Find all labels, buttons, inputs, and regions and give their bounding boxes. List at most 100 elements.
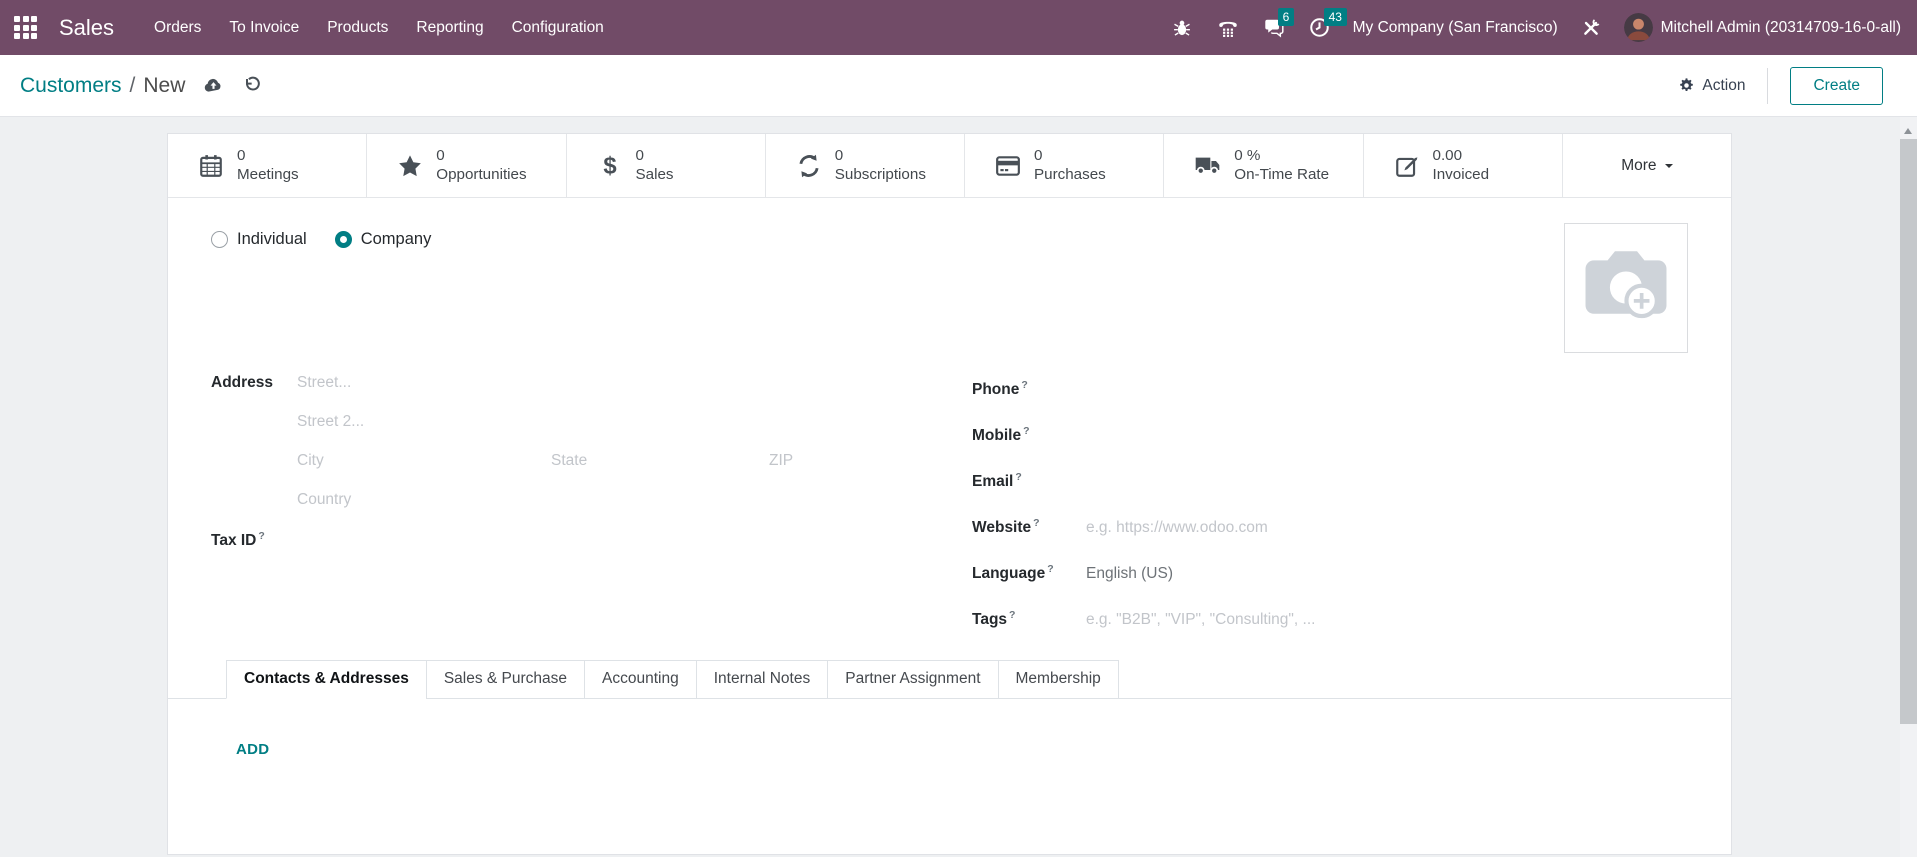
menu-to-invoice[interactable]: To Invoice	[215, 0, 313, 55]
subscriptions-stat-button[interactable]: 0 Subscriptions	[766, 134, 965, 197]
street2-input[interactable]: Street 2...	[297, 413, 364, 431]
dollar-icon: $	[597, 153, 623, 179]
address-label: Address	[211, 374, 297, 392]
language-select[interactable]: English (US)	[1086, 565, 1173, 583]
softphone-icon[interactable]	[1215, 15, 1241, 41]
debug-bug-icon[interactable]	[1169, 15, 1195, 41]
radio-circle-checked[interactable]	[335, 231, 352, 248]
chevron-down-icon	[1665, 164, 1673, 172]
app-name[interactable]: Sales	[59, 15, 114, 41]
help-marker: ?	[1021, 379, 1027, 391]
radio-company[interactable]: Company	[335, 230, 432, 249]
city-input[interactable]: City	[297, 452, 551, 470]
breadcrumb-customers-link[interactable]: Customers	[20, 74, 122, 98]
tab-sales-purchase[interactable]: Sales & Purchase	[426, 660, 585, 699]
apps-grid-icon[interactable]	[14, 16, 37, 39]
menu-orders[interactable]: Orders	[140, 0, 215, 55]
website-input[interactable]: e.g. https://www.odoo.com	[1086, 519, 1268, 537]
notebook-tabs: Contacts & Addresses Sales & Purchase Ac…	[168, 659, 1731, 699]
star-icon	[397, 153, 423, 179]
language-label: Language?	[972, 563, 1086, 583]
tools-icon[interactable]	[1578, 15, 1604, 41]
help-marker: ?	[1033, 517, 1039, 529]
email-label: Email?	[972, 471, 1086, 491]
stat-label: Opportunities	[436, 166, 526, 185]
scrollbar-up-arrow[interactable]	[1904, 124, 1912, 134]
more-stats-button[interactable]: More	[1563, 134, 1731, 197]
state-input[interactable]: State	[551, 452, 769, 470]
tab-partner-assignment[interactable]: Partner Assignment	[827, 660, 998, 699]
radio-individual-label: Individual	[237, 230, 307, 249]
menu-reporting[interactable]: Reporting	[402, 0, 497, 55]
radio-company-label: Company	[361, 230, 432, 249]
help-marker: ?	[1023, 425, 1029, 437]
help-marker: ?	[1009, 609, 1015, 621]
user-menu[interactable]: Mitchell Admin (20314709-16-0-all)	[1624, 13, 1901, 42]
scrollbar-thumb[interactable]	[1900, 139, 1917, 724]
stat-label: Sales	[636, 166, 674, 185]
truck-icon	[1194, 152, 1221, 179]
save-cloud-icon[interactable]	[203, 75, 224, 96]
company-switcher[interactable]: My Company (San Francisco)	[1353, 19, 1558, 37]
help-marker: ?	[1047, 563, 1053, 575]
mobile-label: Mobile?	[972, 425, 1086, 445]
control-panel: Customers / New Action Create	[0, 55, 1917, 117]
zip-input[interactable]: ZIP	[769, 452, 793, 470]
calendar-icon	[198, 153, 224, 179]
radio-individual[interactable]: Individual	[211, 230, 307, 249]
edit-icon	[1394, 153, 1420, 179]
partner-image-upload[interactable]	[1564, 223, 1688, 353]
meetings-stat-button[interactable]: 0 Meetings	[168, 134, 367, 197]
more-label: More	[1621, 157, 1656, 175]
stat-label: Purchases	[1034, 166, 1106, 185]
action-label: Action	[1702, 77, 1745, 95]
stat-value: 0	[835, 147, 926, 166]
radio-circle-unchecked[interactable]	[211, 231, 228, 248]
tab-membership[interactable]: Membership	[998, 660, 1119, 699]
stat-value: 0	[636, 147, 674, 166]
stat-value: 0	[1034, 147, 1106, 166]
tab-internal-notes[interactable]: Internal Notes	[696, 660, 829, 699]
stat-label: Invoiced	[1433, 166, 1490, 185]
activities-count-badge: 43	[1324, 8, 1347, 26]
add-contact-button[interactable]: ADD	[236, 741, 269, 758]
divider	[1767, 68, 1768, 104]
stat-label: On-Time Rate	[1234, 166, 1329, 185]
street-input[interactable]: Street...	[297, 374, 351, 392]
user-avatar	[1624, 13, 1653, 42]
top-navbar: Sales Orders To Invoice Products Reporti…	[0, 0, 1917, 55]
on-time-rate-stat-button[interactable]: 0 % On-Time Rate	[1164, 134, 1363, 197]
tags-input[interactable]: e.g. "B2B", "VIP", "Consulting", ...	[1086, 611, 1315, 629]
help-marker: ?	[258, 530, 264, 542]
menu-configuration[interactable]: Configuration	[498, 0, 618, 55]
action-menu-button[interactable]: Action	[1678, 77, 1745, 95]
purchases-stat-button[interactable]: 0 Purchases	[965, 134, 1164, 197]
form-view: 0 Meetings 0 Opportunities $	[0, 117, 1900, 857]
stat-value: 0	[436, 147, 526, 166]
help-marker: ?	[1015, 471, 1021, 483]
create-button[interactable]: Create	[1790, 67, 1883, 105]
phone-label: Phone?	[972, 379, 1086, 399]
website-label: Website?	[972, 517, 1086, 537]
stat-label: Subscriptions	[835, 166, 926, 185]
messages-count-badge: 6	[1278, 8, 1295, 26]
sales-stat-button[interactable]: $ 0 Sales	[567, 134, 766, 197]
company-type-selector: Individual Company	[211, 230, 431, 249]
discard-undo-icon[interactable]	[242, 76, 262, 96]
invoiced-stat-button[interactable]: 0.00 Invoiced	[1364, 134, 1563, 197]
menu-products[interactable]: Products	[313, 0, 402, 55]
messages-icon[interactable]: 6	[1261, 15, 1287, 41]
tab-contacts-addresses[interactable]: Contacts & Addresses	[226, 660, 427, 699]
breadcrumb-current: New	[143, 74, 185, 98]
tax-id-label: Tax ID?	[211, 530, 297, 550]
address-group: Address Street... Street 2... City State…	[211, 374, 931, 569]
contact-group: Phone? Mobile? Email? Website? e.g. http…	[972, 379, 1682, 655]
stat-value: 0 %	[1234, 147, 1329, 166]
breadcrumb: Customers / New	[20, 74, 185, 98]
activities-clock-icon[interactable]: 43	[1307, 15, 1333, 41]
country-input[interactable]: Country	[297, 491, 351, 509]
tab-accounting[interactable]: Accounting	[584, 660, 697, 699]
gear-icon	[1678, 77, 1695, 94]
opportunities-stat-button[interactable]: 0 Opportunities	[367, 134, 566, 197]
vertical-scrollbar[interactable]	[1900, 117, 1917, 857]
